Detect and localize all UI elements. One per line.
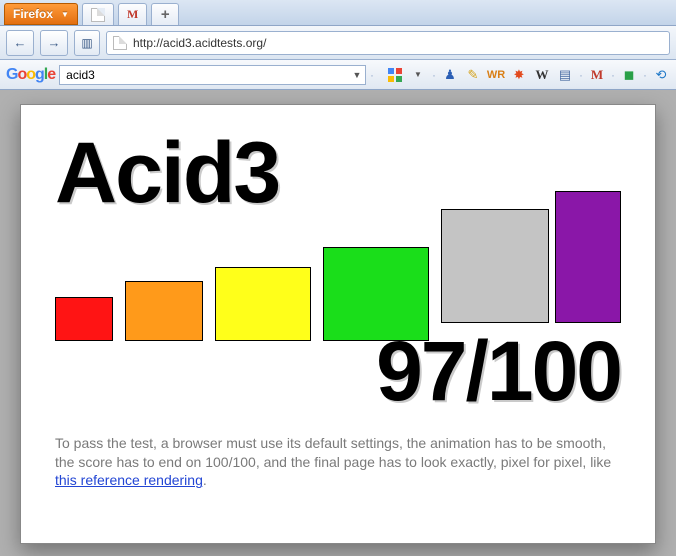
pawn-icon[interactable]: ♟ (441, 66, 459, 84)
bar-grey (441, 209, 549, 323)
separator: · (579, 68, 583, 82)
bookmarks-button[interactable]: ▥ (74, 30, 100, 56)
google-search-input[interactable] (60, 68, 349, 82)
page-title: Acid3 (55, 133, 621, 215)
arrow-right-icon: → (48, 35, 61, 50)
dropdown-icon[interactable]: ▤ (556, 66, 574, 84)
wr-icon[interactable]: WR (487, 66, 505, 84)
separator: · (611, 68, 615, 82)
bookmark-icon: ▥ (81, 36, 92, 50)
page-icon (91, 8, 105, 22)
tab-strip: Firefox ▼ M + (0, 0, 676, 26)
tab-gmail[interactable]: M (118, 3, 147, 25)
content-viewport: Acid3 97/100 To pass the test, a browser… (0, 90, 676, 556)
google-toolbar-icons: ▼ · ♟ ✎ WR ✸ W ▤ · M · ◼ · ⟲ (386, 66, 670, 84)
chevron-down-icon[interactable]: ▼ (409, 66, 427, 84)
url-bar[interactable] (106, 31, 670, 55)
square-icon[interactable]: ◼ (620, 66, 638, 84)
firefox-menu-button[interactable]: Firefox ▼ (4, 3, 78, 25)
chevron-down-icon: ▼ (61, 10, 69, 19)
autofill-icon[interactable]: ✎ (464, 66, 482, 84)
url-input[interactable] (133, 36, 663, 50)
chevron-down-icon[interactable]: ▼ (349, 70, 365, 80)
arrow-left-icon: ← (14, 35, 27, 50)
back-button[interactable]: ← (6, 30, 34, 56)
gmail-icon[interactable]: M (588, 66, 606, 84)
google-search-box[interactable]: ▼ (59, 65, 366, 85)
separator: · (643, 68, 647, 82)
acid3-description: To pass the test, a browser must use its… (55, 434, 621, 491)
google-logo[interactable]: Google (6, 66, 55, 84)
forward-button[interactable]: → (40, 30, 68, 56)
gmail-icon: M (127, 7, 138, 22)
bar-red (55, 297, 113, 341)
separator: · (432, 68, 436, 82)
tab-blank[interactable] (82, 3, 114, 25)
google-toolbar: Google ▼ · ▼ · ♟ ✎ WR ✸ W ▤ · M · ◼ · ⟲ (0, 60, 676, 90)
bar-green (323, 247, 429, 341)
desc-text-2: . (203, 472, 207, 488)
translate-icon[interactable]: ⟲ (652, 66, 670, 84)
new-tab-button[interactable]: + (151, 3, 179, 25)
bar-orange (125, 281, 203, 341)
bar-purple (555, 191, 621, 323)
page-icon (113, 36, 127, 50)
acid3-page: Acid3 97/100 To pass the test, a browser… (20, 104, 656, 544)
nav-toolbar: ← → ▥ (0, 26, 676, 60)
acid3-bars (55, 209, 621, 359)
reference-rendering-link[interactable]: this reference rendering (55, 472, 203, 488)
desc-text-1: To pass the test, a browser must use its… (55, 435, 611, 470)
search-icon[interactable] (386, 66, 404, 84)
firefox-menu-label: Firefox (13, 7, 53, 21)
plus-icon: + (161, 6, 170, 23)
wikipedia-icon[interactable]: W (533, 66, 551, 84)
separator: · (370, 68, 374, 82)
sun-icon[interactable]: ✸ (510, 66, 528, 84)
bar-yellow (215, 267, 311, 341)
